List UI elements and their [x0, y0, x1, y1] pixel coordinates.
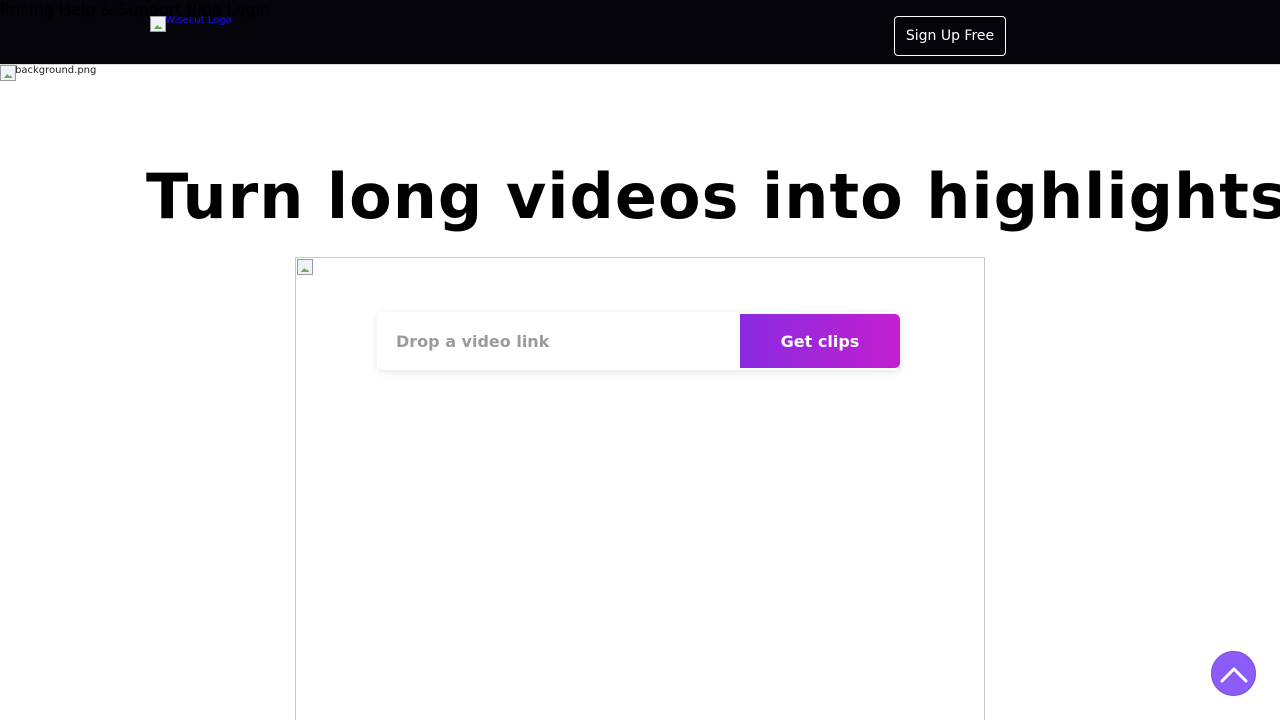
- video-link-form: Get clips: [377, 312, 901, 370]
- video-link-input[interactable]: [377, 314, 737, 368]
- broken-image-icon: [150, 16, 166, 32]
- background-alt-text: background.png: [15, 65, 97, 76]
- broken-image-icon: [0, 65, 16, 81]
- chevron-up-icon: [1220, 667, 1247, 682]
- logo-alt-text: Wisecut Logo: [165, 15, 232, 26]
- nav-pricing-link[interactable]: Pricing: [0, 0, 54, 19]
- nav-login-link[interactable]: Login: [227, 0, 270, 19]
- sign-up-button[interactable]: Sign Up Free: [894, 16, 1006, 56]
- top-navigation-bar: Wisecut Logo Pricing Help & Support Blog…: [0, 0, 1280, 65]
- broken-image-icon: [297, 259, 313, 275]
- scroll-to-top-button[interactable]: [1211, 651, 1256, 696]
- logo-link[interactable]: Wisecut Logo: [150, 15, 232, 32]
- hero-title: Turn long videos into highlights: [146, 160, 1280, 233]
- get-clips-button[interactable]: Get clips: [740, 314, 900, 368]
- background-image: background.png: [0, 65, 96, 81]
